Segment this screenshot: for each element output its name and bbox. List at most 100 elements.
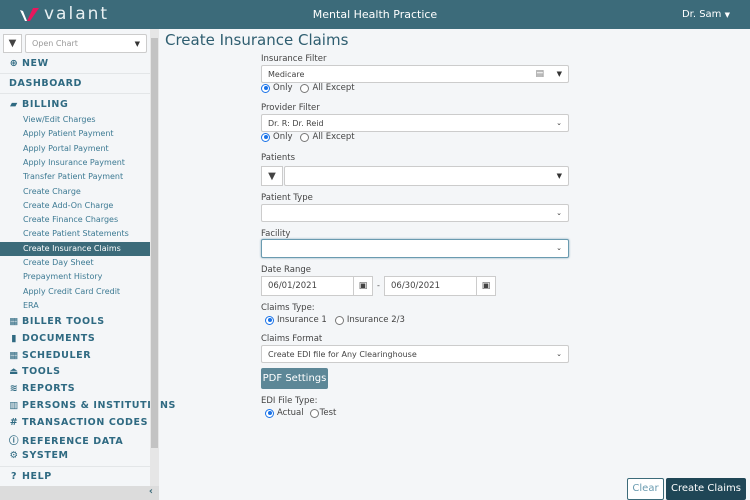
radio-label: Insurance 1 — [277, 315, 327, 325]
nav-tools[interactable]: ⏏ TOOLS — [9, 366, 61, 377]
provider-filter-label: Provider Filter — [261, 103, 320, 113]
practice-title: Mental Health Practice — [312, 8, 438, 21]
filter-icon: ▼ — [268, 171, 276, 182]
end-date-value: 06/30/2021 — [391, 281, 440, 291]
claims-format-label: Claims Format — [261, 334, 323, 344]
sidebar-item-create-patient-statements[interactable]: Create Patient Statements — [23, 227, 150, 241]
calculator-icon: ▦ — [9, 316, 19, 327]
filter-icon: ▼ — [8, 38, 17, 49]
provider-only-radio[interactable]: Only — [261, 132, 292, 142]
user-menu[interactable]: Dr. Sam ▼ — [682, 9, 730, 20]
pdf-settings-button[interactable]: PDF Settings — [261, 368, 328, 389]
sidebar-item-apply-insurance-payment[interactable]: Apply Insurance Payment — [23, 156, 150, 170]
gears-icon: ⚙ — [9, 450, 19, 461]
caret-down-icon: ▼ — [724, 11, 730, 19]
nav-scheduler[interactable]: ▦ SCHEDULER — [9, 350, 91, 361]
toolbox-icon: ⏏ — [9, 366, 19, 378]
sidebar-item-apply-patient-payment[interactable]: Apply Patient Payment — [23, 127, 150, 141]
user-name: Dr. Sam — [681, 9, 722, 20]
patients-select[interactable]: ▼ — [284, 166, 569, 186]
edi-file-type-label: EDI File Type: — [261, 396, 318, 406]
radio-label: Only — [273, 132, 293, 142]
nav-reference-data[interactable]: ⓘ REFERENCE DATA — [9, 433, 123, 447]
start-date-value: 06/01/2021 — [268, 281, 317, 291]
start-date-input[interactable]: 06/01/2021 ▣ — [261, 276, 373, 296]
nav-label: DASHBOARD — [9, 78, 83, 89]
end-date-input[interactable]: 06/30/2021 ▣ — [384, 276, 496, 296]
sidebar-scroll-thumb[interactable] — [151, 38, 158, 448]
sidebar-item-create-insurance-claims[interactable]: Create Insurance Claims — [0, 241, 150, 256]
collapse-sidebar-button[interactable]: ‹ — [0, 486, 159, 500]
chevron-down-icon: ⌄ — [556, 119, 562, 127]
nav-transaction-codes[interactable]: # TRANSACTION CODES — [9, 417, 148, 428]
divider — [0, 466, 150, 467]
divider — [0, 73, 150, 74]
sidebar-item-apply-portal-payment[interactable]: Apply Portal Payment — [23, 142, 150, 156]
nav-label: SCHEDULER — [22, 349, 92, 361]
claims-type-label: Claims Type: — [261, 303, 315, 313]
patients-filter-button[interactable]: ▼ — [261, 166, 283, 186]
nav-label: NEW — [22, 58, 49, 69]
radio-label: All Except — [312, 83, 355, 93]
list-icon: ▤ — [535, 69, 544, 79]
nav-label: SYSTEM — [22, 450, 69, 461]
chevron-down-icon: ⌄ — [556, 350, 562, 358]
patients-label: Patients — [261, 153, 296, 163]
sidebar-item-create-charge[interactable]: Create Charge — [23, 185, 150, 199]
layers-icon: ≋ — [9, 383, 19, 394]
filter-button[interactable]: ▼ — [3, 34, 22, 53]
calendar-icon: ▦ — [9, 349, 19, 361]
provider-filter-select[interactable]: Dr. R: Dr. Reid ⌄ — [261, 114, 569, 132]
chevron-left-icon: ‹ — [148, 486, 153, 497]
nav-label: BILLING — [22, 99, 69, 110]
insurance-2-3-radio[interactable]: Insurance 2/3 — [334, 315, 405, 325]
sidebar-item-create-day-sheet[interactable]: Create Day Sheet — [23, 256, 150, 270]
nav-reports[interactable]: ≋ REPORTS — [9, 383, 75, 394]
chevron-down-icon: ⌄ — [556, 209, 562, 217]
edi-test-radio[interactable]: Test — [309, 408, 336, 418]
patient-type-label: Patient Type — [261, 193, 313, 203]
nav-billing[interactable]: ▰ BILLING — [9, 99, 68, 110]
facility-label: Facility — [261, 229, 291, 239]
nav-biller-tools[interactable]: ▦ BILLER TOOLS — [9, 316, 105, 327]
nav-new[interactable]: ⊕ NEW — [9, 58, 49, 69]
calendar-icon[interactable]: ▣ — [353, 277, 372, 295]
sidebar-item-era[interactable]: ERA — [23, 299, 150, 313]
folder-open-icon: ▰ — [10, 99, 18, 110]
date-separator: - — [377, 281, 380, 290]
building-icon: ▥ — [9, 399, 19, 411]
sidebar-item-create-finance-charges[interactable]: Create Finance Charges — [23, 213, 150, 227]
open-chart-select[interactable]: Open Chart ▼ — [25, 34, 147, 53]
insurance-all-except-radio[interactable]: All Except — [300, 83, 355, 93]
sidebar-item-apply-credit-card-credit[interactable]: Apply Credit Card Credit — [23, 285, 150, 299]
claims-format-select[interactable]: Create EDI file for Any Clearinghouse ⌄ — [261, 345, 569, 363]
question-icon: ? — [10, 471, 18, 482]
insurance-only-radio[interactable]: Only — [261, 83, 292, 93]
provider-all-except-radio[interactable]: All Except — [300, 132, 355, 142]
patient-type-select[interactable]: ⌄ — [261, 204, 569, 222]
facility-select[interactable]: ⌄ — [261, 239, 569, 258]
clear-button[interactable]: Clear — [627, 478, 664, 500]
sidebar-item-view-edit-charges[interactable]: View/Edit Charges — [23, 113, 150, 127]
radio-label: All Except — [312, 132, 355, 142]
insurance-filter-select[interactable]: Medicare ▤ ▼ — [261, 65, 569, 83]
sidebar-item-prepayment-history[interactable]: Prepayment History — [23, 270, 150, 284]
nav-help[interactable]: ? HELP — [9, 471, 52, 482]
file-icon: ▮ — [11, 332, 17, 344]
nav-dashboard[interactable]: DASHBOARD — [9, 78, 82, 89]
nav-label: REFERENCE DATA — [22, 436, 124, 448]
nav-label: TRANSACTION CODES — [22, 416, 149, 428]
nav-system[interactable]: ⚙ SYSTEM — [9, 450, 69, 461]
sidebar-item-create-add-on-charge[interactable]: Create Add-On Charge — [23, 199, 150, 213]
calendar-icon[interactable]: ▣ — [476, 277, 495, 295]
create-claims-button[interactable]: Create Claims — [666, 478, 746, 500]
edi-actual-radio[interactable]: Actual — [265, 408, 304, 418]
nav-label: BILLER TOOLS — [22, 316, 105, 327]
insurance-1-radio[interactable]: Insurance 1 — [265, 315, 327, 325]
nav-label: DOCUMENTS — [22, 332, 96, 344]
divider — [0, 93, 150, 94]
provider-filter-value: Dr. R: Dr. Reid — [268, 119, 324, 128]
nav-documents[interactable]: ▮ DOCUMENTS — [9, 333, 95, 344]
sidebar-item-transfer-patient-payment[interactable]: Transfer Patient Payment — [23, 170, 150, 184]
caret-down-icon: ▼ — [134, 40, 140, 48]
